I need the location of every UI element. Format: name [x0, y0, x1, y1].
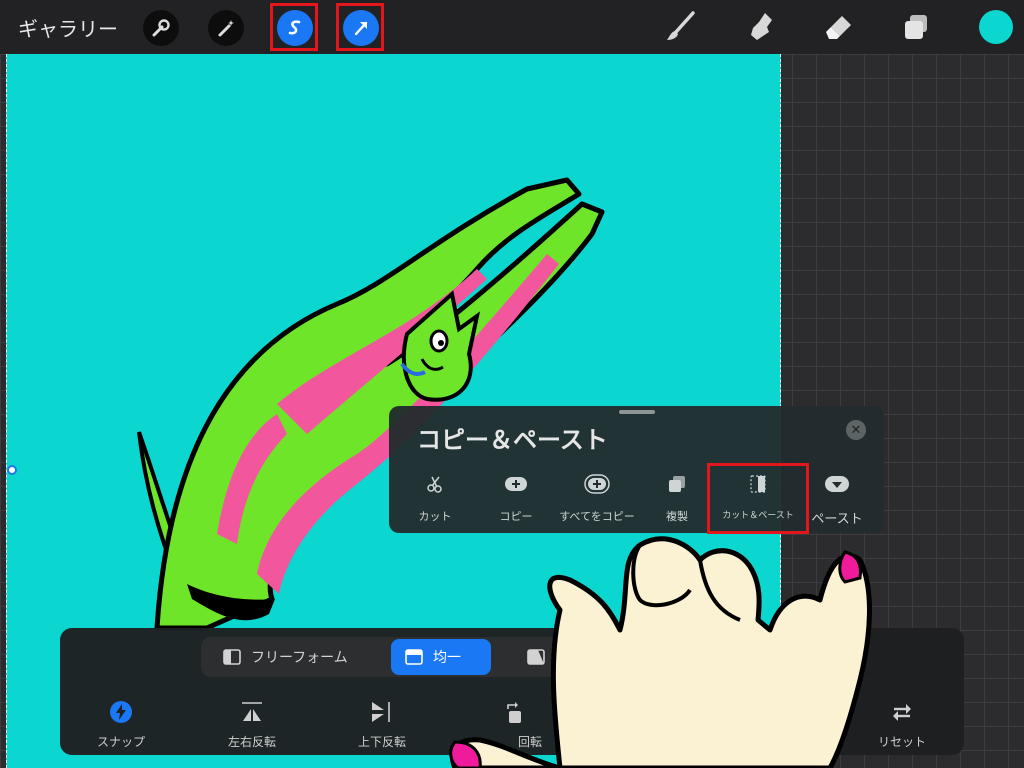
- reset-icon: [847, 698, 957, 726]
- copy-label: コピー: [499, 510, 533, 523]
- close-icon[interactable]: ✕: [846, 420, 866, 440]
- paste-icon: [792, 472, 882, 496]
- top-toolbar: ギャラリー: [0, 0, 1024, 54]
- copy-paste-panel: コピー＆ペースト ✕ カット コピー すべてをコピー 複製 カット＆ペースト ペ…: [389, 406, 884, 534]
- transform-panel: フリーフォーム 均一 ショ スナップ 左右反転 上下反転 回転 リセット: [60, 628, 964, 755]
- flip-vertical-button[interactable]: 上下反転: [327, 698, 437, 750]
- flip-vertical-icon: [327, 698, 437, 726]
- transform-handle-left[interactable]: [7, 465, 17, 475]
- mode-freeform-label: フリーフォーム: [251, 650, 348, 666]
- flip-horizontal-icon: [197, 698, 307, 726]
- flip-horizontal-label: 左右反転: [227, 735, 276, 749]
- copy-all-label: すべてをコピー: [559, 510, 635, 523]
- cut-label: カット: [418, 510, 452, 523]
- rotate-icon: [460, 698, 570, 726]
- copy-plus-icon: [471, 472, 561, 496]
- layers-icon[interactable]: [896, 8, 936, 46]
- transform-highlight-box: [336, 3, 384, 51]
- distort-icon: [527, 649, 545, 665]
- reset-label: リセット: [877, 735, 926, 749]
- brush-icon[interactable]: [660, 8, 700, 46]
- flip-vertical-label: 上下反転: [357, 735, 406, 749]
- cut-button[interactable]: カット: [390, 472, 480, 528]
- rotate-button[interactable]: 回転: [460, 698, 570, 750]
- magic-wand-icon[interactable]: [208, 10, 244, 46]
- paste-button[interactable]: ペースト: [792, 472, 882, 528]
- smudge-icon[interactable]: [742, 8, 782, 46]
- copy-all-icon: [552, 472, 642, 496]
- flip-horizontal-button[interactable]: 左右反転: [197, 698, 307, 750]
- mode-distort-button[interactable]: ショ: [513, 639, 673, 675]
- gallery-button[interactable]: ギャラリー: [18, 13, 118, 42]
- paste-label: ペースト: [811, 512, 863, 527]
- freeform-icon: [223, 649, 241, 665]
- eraser-icon[interactable]: [820, 8, 860, 46]
- wrench-icon[interactable]: [143, 10, 179, 46]
- scissors-icon: [390, 472, 480, 496]
- color-picker-swatch[interactable]: [979, 10, 1013, 44]
- panel-grab-handle[interactable]: [619, 410, 655, 414]
- snap-lightning-icon: [66, 698, 176, 726]
- snap-label: スナップ: [96, 735, 145, 749]
- copy-paste-title: コピー＆ペースト: [417, 426, 608, 454]
- reset-button[interactable]: リセット: [847, 698, 957, 750]
- rotate-label: 回転: [517, 735, 542, 749]
- mode-distort-label: ショ: [619, 650, 647, 666]
- copy-button[interactable]: コピー: [471, 472, 561, 528]
- transform-mode-segmented-control: フリーフォーム 均一 ショ: [201, 637, 761, 677]
- uniform-icon: [405, 649, 423, 665]
- selection-highlight-box: [270, 3, 318, 51]
- mode-uniform-button[interactable]: 均一: [391, 639, 491, 675]
- snap-button[interactable]: スナップ: [66, 698, 176, 750]
- copy-all-button[interactable]: すべてをコピー: [552, 472, 642, 528]
- mode-uniform-label: 均一: [433, 650, 461, 666]
- mode-freeform-button[interactable]: フリーフォーム: [209, 639, 381, 675]
